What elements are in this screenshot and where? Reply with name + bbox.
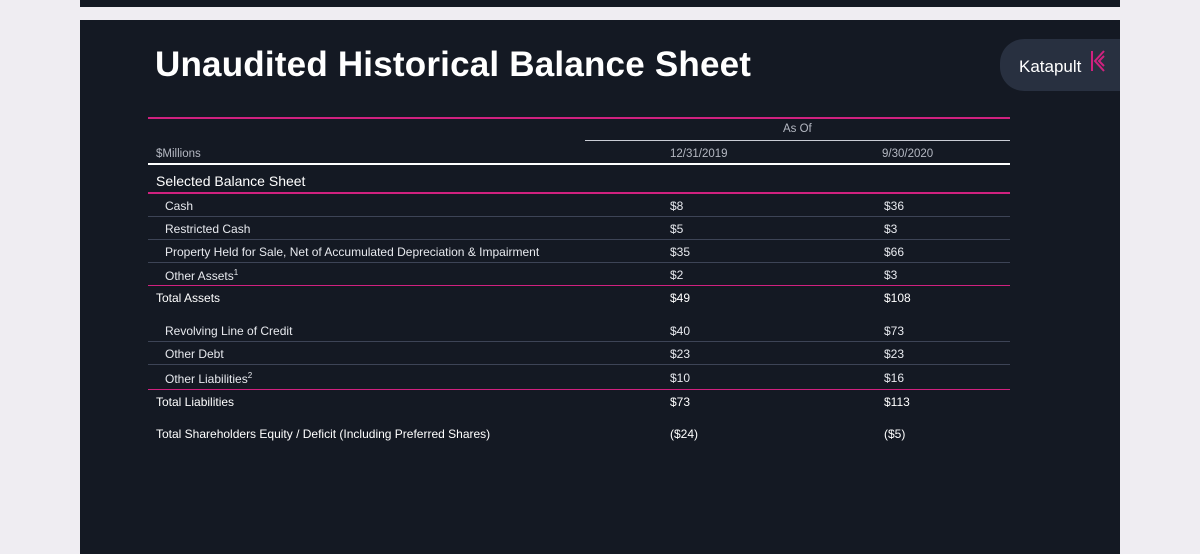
value-total-assets-2020: $108 (884, 291, 911, 305)
value-other-debt-2020: $23 (884, 347, 905, 361)
top-accent-rule (148, 117, 1010, 119)
row-label-total-liabilities: Total Liabilities (156, 395, 235, 409)
row-divider (148, 262, 1010, 263)
value-cash-2019: $8 (670, 199, 684, 213)
total-liabilities-accent-rule (148, 389, 1010, 390)
row-divider (148, 341, 1010, 342)
header-rule (148, 163, 1010, 165)
value-other-liabilities-2019: $10 (670, 371, 691, 385)
group-header-rule (585, 140, 1010, 141)
other-liabilities-text: Other Liabilities (165, 372, 248, 386)
section-accent-rule (148, 192, 1010, 194)
slide: Unaudited Historical Balance Sheet Katap… (80, 20, 1120, 554)
row-divider (148, 216, 1010, 217)
row-label-total-shareholders-equity: Total Shareholders Equity / Deficit (Inc… (156, 427, 491, 441)
value-equity-2019: ($24) (670, 427, 699, 441)
value-other-liabilities-2020: $16 (884, 371, 905, 385)
group-header-as-of: As Of (783, 123, 812, 135)
footnote-marker-2: 2 (247, 371, 253, 380)
row-label-total-assets: Total Assets (156, 291, 221, 305)
logo-text: Katapult (1019, 57, 1082, 76)
row-label-revolving-line: Revolving Line of Credit (165, 324, 293, 338)
value-total-assets-2019: $49 (670, 291, 691, 305)
row-label-restricted-cash: Restricted Cash (165, 222, 251, 236)
katapult-logo: Katapult (1000, 39, 1120, 91)
row-divider (148, 239, 1010, 240)
section-title: Selected Balance Sheet (156, 173, 306, 189)
value-restricted-cash-2020: $3 (884, 222, 898, 236)
value-property-2020: $66 (884, 245, 905, 259)
value-other-debt-2019: $23 (670, 347, 691, 361)
value-property-2019: $35 (670, 245, 691, 259)
slide-title: Unaudited Historical Balance Sheet (155, 45, 752, 84)
column-header-2019: 12/31/2019 (670, 148, 728, 160)
units-label: $Millions (156, 148, 201, 160)
value-total-liabilities-2019: $73 (670, 395, 691, 409)
row-label-other-assets: Other Assets1 (165, 268, 238, 283)
row-label-other-debt: Other Debt (165, 347, 224, 361)
row-label-other-liabilities: Other Liabilities2 (165, 371, 252, 386)
katapult-k-icon (1091, 50, 1105, 72)
value-restricted-cash-2019: $5 (670, 222, 684, 236)
column-header-2020: 9/30/2020 (882, 148, 934, 160)
value-equity-2020: ($5) (884, 427, 906, 441)
value-total-liabilities-2020: $113 (884, 395, 910, 409)
footnote-marker-1: 1 (233, 268, 239, 277)
previous-slide-edge (80, 0, 1120, 7)
value-other-assets-2019: $2 (670, 268, 684, 282)
value-cash-2020: $36 (884, 199, 905, 213)
row-divider (148, 364, 1010, 365)
value-other-assets-2020: $3 (884, 268, 898, 282)
row-label-cash: Cash (165, 199, 194, 213)
other-assets-text: Other Assets (165, 269, 234, 283)
row-label-property-held-for-sale: Property Held for Sale, Net of Accumulat… (165, 245, 540, 259)
value-revolving-2019: $40 (670, 324, 691, 338)
value-revolving-2020: $73 (884, 324, 905, 338)
total-assets-accent-rule (148, 285, 1010, 286)
